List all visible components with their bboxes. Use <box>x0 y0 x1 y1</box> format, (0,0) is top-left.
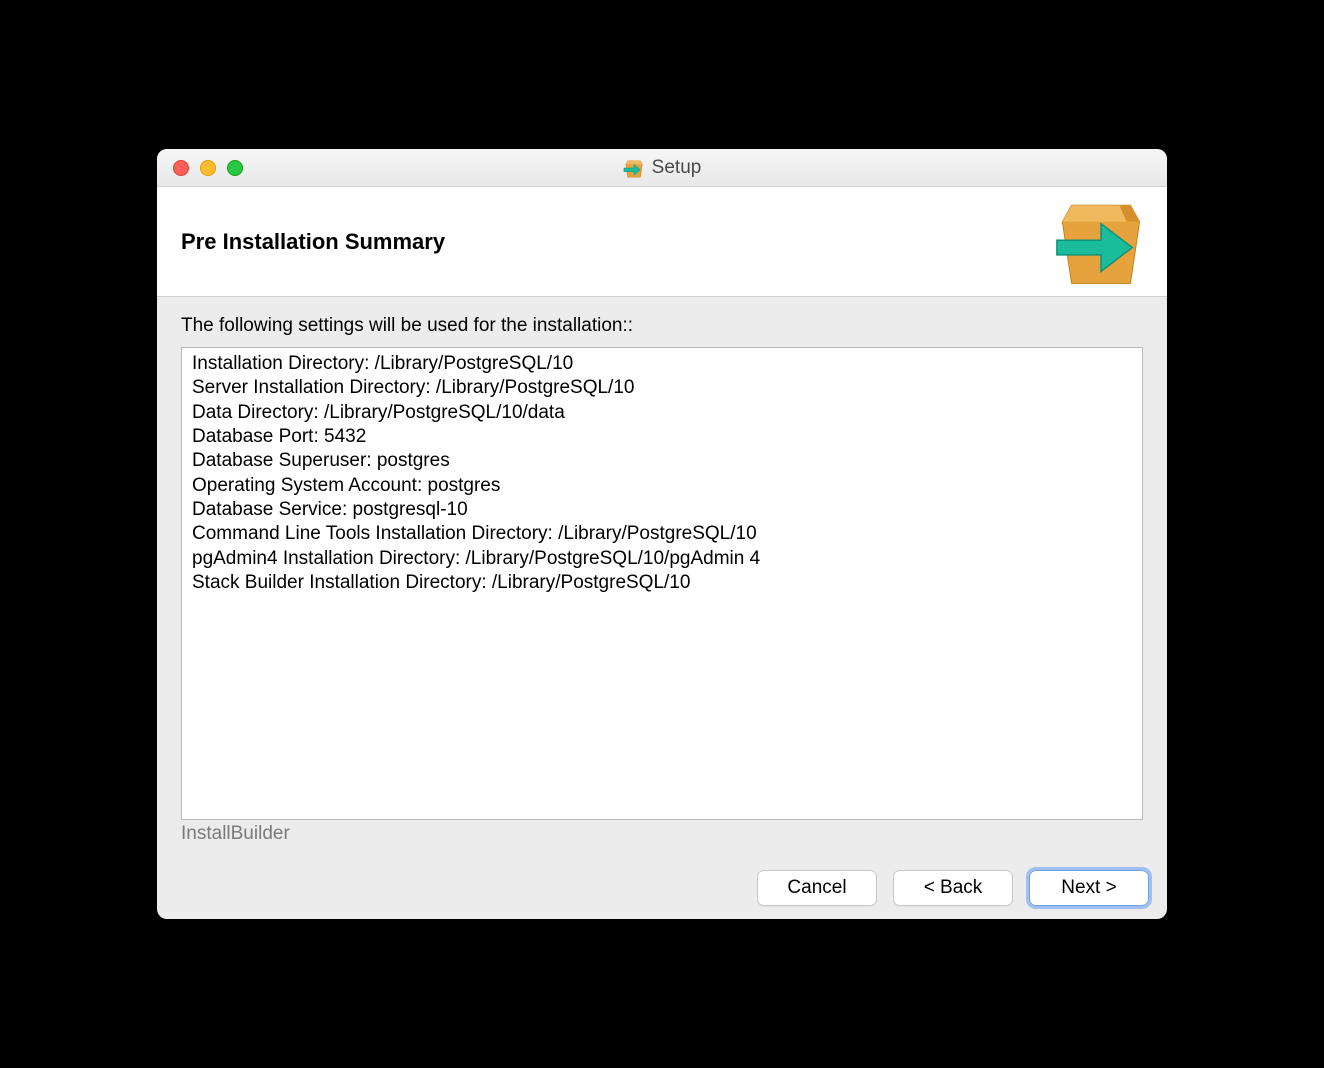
zoom-window-button[interactable] <box>227 160 243 176</box>
summary-line: Data Directory: /Library/PostgreSQL/10/d… <box>192 401 1132 425</box>
summary-line: Database Service: postgresql-10 <box>192 498 1132 522</box>
summary-line: Operating System Account: postgres <box>192 474 1132 498</box>
cancel-button[interactable]: Cancel <box>757 870 877 906</box>
content-area: The following settings will be used for … <box>157 297 1167 855</box>
window-title: Setup <box>652 157 702 179</box>
summary-line: Database Port: 5432 <box>192 425 1132 449</box>
summary-line: pgAdmin4 Installation Directory: /Librar… <box>192 547 1132 571</box>
back-button[interactable]: < Back <box>893 870 1013 906</box>
close-window-button[interactable] <box>173 160 189 176</box>
next-button[interactable]: Next > <box>1029 870 1149 906</box>
app-icon-large <box>1055 196 1147 288</box>
page-title: Pre Installation Summary <box>181 229 445 255</box>
app-icon-small <box>623 157 645 179</box>
installbuilder-label: InstallBuilder <box>181 820 1143 855</box>
header-panel: Pre Installation Summary <box>157 187 1167 297</box>
summary-line: Server Installation Directory: /Library/… <box>192 376 1132 400</box>
titlebar-title-group: Setup <box>623 157 702 179</box>
summary-line: Stack Builder Installation Directory: /L… <box>192 571 1132 595</box>
titlebar: Setup <box>157 149 1167 187</box>
window-controls <box>173 160 243 176</box>
minimize-window-button[interactable] <box>200 160 216 176</box>
intro-text: The following settings will be used for … <box>181 315 1143 337</box>
summary-line: Database Superuser: postgres <box>192 449 1132 473</box>
summary-textbox[interactable]: Installation Directory: /Library/Postgre… <box>181 347 1143 820</box>
footer-button-row: Cancel < Back Next > <box>157 855 1167 919</box>
summary-line: Command Line Tools Installation Director… <box>192 522 1132 546</box>
summary-line: Installation Directory: /Library/Postgre… <box>192 352 1132 376</box>
setup-window: Setup Pre Installation Summary The follo… <box>157 149 1167 919</box>
